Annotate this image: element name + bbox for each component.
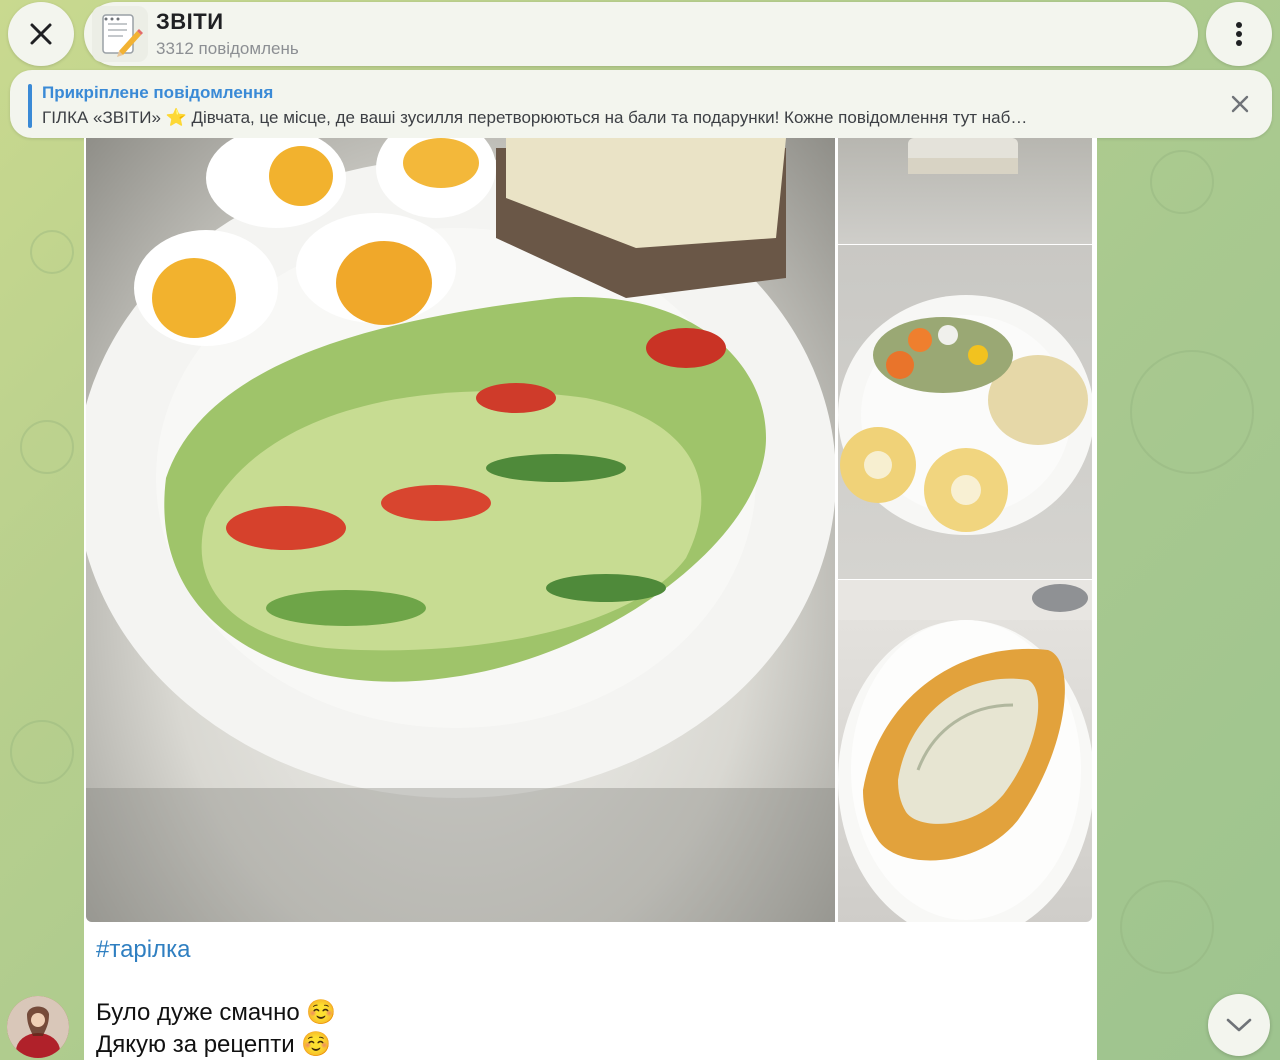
pinned-text: ГІЛКА «ЗВІТИ» ⭐ Дівчата, це місце, де ва…	[42, 108, 1028, 127]
close-button[interactable]	[8, 2, 74, 66]
scroll-down-button[interactable]	[1208, 994, 1270, 1056]
photo-salad-eggs[interactable]	[86, 138, 835, 922]
memo-icon	[102, 14, 143, 57]
sender-avatar[interactable]	[7, 996, 69, 1058]
message-text-line: Дякую за рецепти ☺️	[96, 1031, 332, 1058]
pinned-title: Прикріплене повідомлення	[42, 83, 274, 102]
close-icon[interactable]	[1228, 92, 1252, 116]
more-vertical-icon	[1236, 22, 1242, 46]
message-count: 3312 повідомлень	[156, 39, 299, 58]
photo-glass-image	[908, 138, 1018, 174]
more-options-button[interactable]	[1206, 2, 1272, 66]
chat-avatar	[92, 6, 148, 62]
message-text-line: Було дуже смачно ☺️	[96, 999, 337, 1026]
chat-title: ЗВІТИ	[156, 9, 224, 34]
chevron-down-icon	[1226, 1018, 1252, 1032]
hashtag-link[interactable]: #тарілка	[96, 936, 190, 964]
photo-khachapuri-image	[838, 580, 1092, 922]
photo-vegetables-pineapple[interactable]	[838, 245, 1092, 579]
sender-avatar-image	[7, 996, 69, 1058]
pinned-message-bar[interactable]: Прикріплене повідомлення ГІЛКА «ЗВІТИ» ⭐…	[10, 70, 1272, 138]
photo-khachapuri[interactable]	[838, 580, 1092, 922]
chat-header[interactable]: ЗВІТИ 3312 повідомлень	[84, 2, 1198, 66]
photo-salad-eggs-image	[86, 138, 835, 922]
message-bubble[interactable]: #тарілка Було дуже смачно ☺️ Дякую за ре…	[84, 138, 1097, 1060]
pinned-indicator	[28, 84, 32, 128]
close-icon	[30, 23, 52, 45]
photo-vegetables-pineapple-image	[838, 295, 1092, 535]
photo-glass[interactable]	[838, 138, 1092, 244]
